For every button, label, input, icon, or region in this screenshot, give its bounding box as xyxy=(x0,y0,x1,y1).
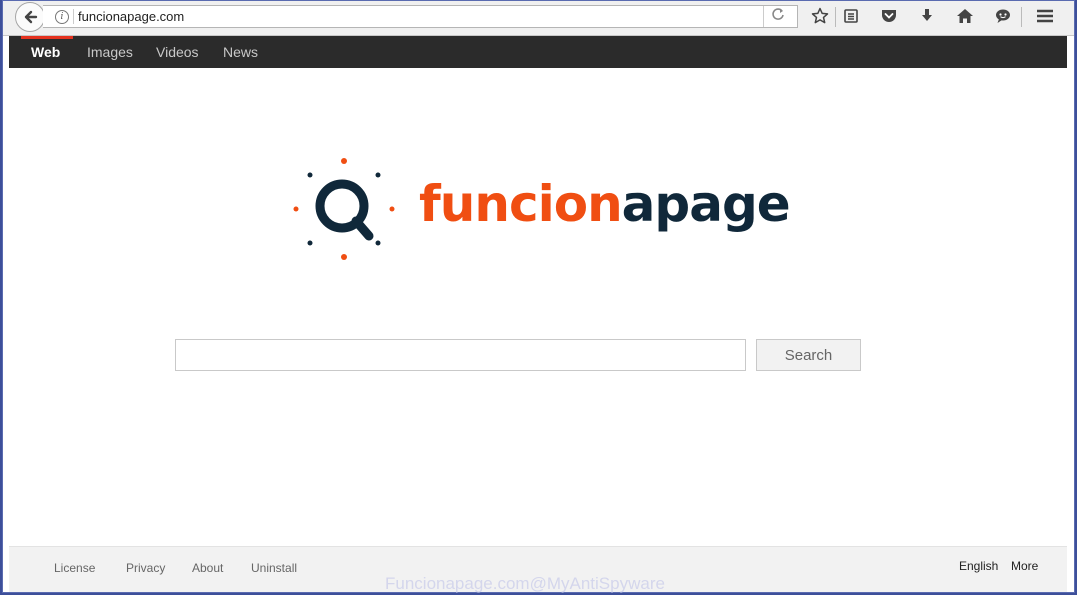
logo-wordmark: funcionapage xyxy=(419,175,791,233)
logo-wordmark-part1: funcion xyxy=(419,175,623,233)
url-text[interactable]: funcionapage.com xyxy=(78,9,184,24)
star-icon[interactable] xyxy=(808,5,832,27)
nav-tab-news[interactable]: News xyxy=(223,36,258,68)
reading-list-icon[interactable] xyxy=(839,5,863,27)
chat-icon[interactable] xyxy=(991,5,1015,27)
download-icon[interactable] xyxy=(915,5,939,27)
logo-wordmark-part2: apage xyxy=(621,175,791,233)
more-link[interactable]: More xyxy=(1011,559,1038,573)
toolbar-divider xyxy=(835,7,836,27)
url-divider xyxy=(73,9,74,24)
browser-window: i funcionapage.com Web Images Videos New… xyxy=(2,0,1075,593)
funcionapage-logo: funcionapage xyxy=(289,153,809,265)
site-nav-bar: Web Images Videos News xyxy=(9,36,1067,68)
toolbar-divider xyxy=(1021,7,1022,27)
footer-link-privacy[interactable]: Privacy xyxy=(126,561,165,575)
reload-divider xyxy=(763,6,764,27)
nav-tab-web[interactable]: Web xyxy=(31,36,60,68)
magnifier-logo-icon xyxy=(293,158,395,260)
home-icon[interactable] xyxy=(953,5,977,27)
back-arrow-icon[interactable] xyxy=(15,2,45,32)
page-right-edge xyxy=(1067,68,1074,546)
search-button[interactable]: Search xyxy=(756,339,861,371)
language-link[interactable]: English xyxy=(959,559,998,573)
main-page: funcionapage Search xyxy=(9,68,1067,546)
hamburger-menu-icon[interactable] xyxy=(1033,5,1057,27)
reload-icon[interactable] xyxy=(771,7,785,24)
footer-link-uninstall[interactable]: Uninstall xyxy=(251,561,297,575)
watermark: Funcionapage.com@MyAntiSpyware xyxy=(385,574,665,593)
search-input[interactable] xyxy=(175,339,746,371)
nav-tab-images[interactable]: Images xyxy=(87,36,133,68)
footer-link-license[interactable]: License xyxy=(54,561,95,575)
browser-toolbar: i funcionapage.com xyxy=(3,1,1074,36)
info-icon[interactable]: i xyxy=(55,10,69,24)
address-bar[interactable]: i funcionapage.com xyxy=(43,5,798,28)
nav-tab-videos[interactable]: Videos xyxy=(156,36,199,68)
pocket-icon[interactable] xyxy=(877,5,901,27)
footer-link-about[interactable]: About xyxy=(192,561,223,575)
